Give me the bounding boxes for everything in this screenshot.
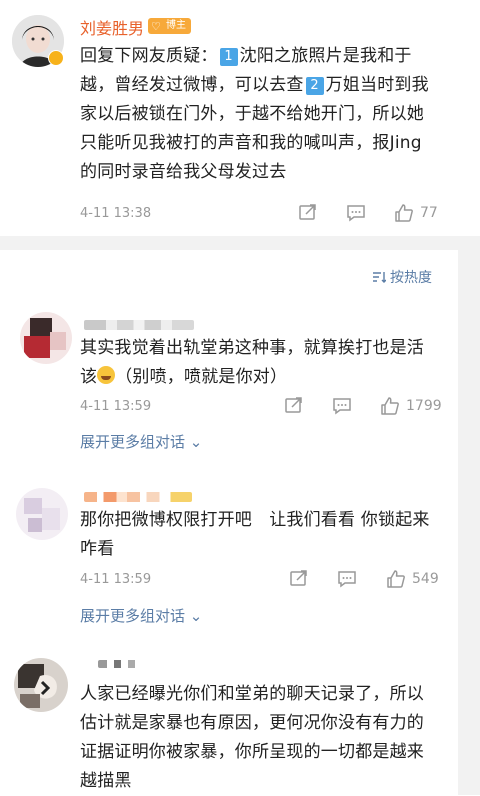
badge-label: 博主 — [166, 20, 186, 31]
number-badge: 2 — [305, 77, 324, 95]
post-time: 4-11 13:38 — [80, 206, 152, 221]
share-button[interactable] — [284, 396, 304, 414]
like-count: 77 — [420, 205, 438, 221]
comment-icon — [347, 205, 365, 222]
comment-button[interactable] — [346, 204, 366, 222]
commenter-name[interactable] — [98, 660, 144, 668]
chevron-down-icon: ⌄ — [185, 433, 203, 451]
comment-text: 其实我觉着出轨堂弟这种事，就算挨打也是活该 （别喷，喷就是你对） — [80, 334, 440, 392]
share-icon — [299, 204, 316, 220]
commenter-name[interactable] — [84, 492, 192, 502]
thumbs-up-icon — [387, 570, 405, 588]
comment-icon — [333, 398, 351, 415]
commenter-avatar[interactable] — [16, 488, 68, 540]
like-count: 549 — [412, 571, 439, 587]
share-icon — [290, 570, 307, 586]
post-text: 回复下网友质疑： 1 沈阳之旅照片是我和于越，曾经发过微博，可以去查 2 万姐当时到我家… — [80, 42, 430, 187]
laughing-emoji-icon — [97, 366, 116, 384]
like-button[interactable]: 77 — [394, 203, 438, 223]
author-badge: ♡ 博主 — [148, 18, 191, 34]
sort-button[interactable]: 按热度 — [372, 267, 432, 287]
number-badge: 1 — [219, 48, 238, 66]
share-button[interactable] — [298, 203, 318, 221]
right-edge — [458, 0, 480, 795]
like-button[interactable]: 549 — [386, 569, 439, 589]
expand-label: 展开更多组对话 — [80, 433, 186, 451]
comment-time: 4-11 13:59 — [80, 399, 152, 414]
share-icon — [285, 397, 302, 413]
comment-time: 4-11 13:59 — [80, 572, 152, 587]
verified-icon — [48, 50, 64, 66]
sort-icon — [373, 272, 386, 283]
thumbs-up-icon — [395, 204, 413, 222]
expand-replies-link[interactable]: 展开更多组对话 ⌄ — [80, 605, 202, 626]
like-button[interactable]: 1799 — [380, 396, 442, 416]
comment-text: 人家已经曝光你们和堂弟的聊天记录了，所以估计就是家暴也有原因，更何况你没有有力的… — [80, 684, 424, 791]
commenter-avatar[interactable] — [14, 658, 68, 712]
chevron-down-icon: ⌄ — [185, 607, 203, 625]
commenter-name[interactable] — [84, 320, 194, 330]
post-text-part: 回复下网友质疑： — [80, 46, 218, 66]
share-button[interactable] — [289, 569, 309, 587]
comment-button[interactable] — [332, 397, 352, 415]
badge-heart-icon: ♡ — [151, 20, 161, 33]
original-post: 刘姜胜男 ♡ 博主 回复下网友质疑： 1 沈阳之旅照片是我和于越，曾经发过微博，可以去… — [0, 0, 458, 236]
author-name[interactable]: 刘姜胜男 — [80, 15, 144, 39]
like-count: 1799 — [406, 398, 442, 414]
comment-text-part: （别喷，喷就是你对） — [115, 367, 288, 387]
commenter-avatar[interactable] — [20, 312, 72, 364]
thumbs-up-icon — [381, 397, 399, 415]
comment-text: 那你把微博权限打开吧 让我们看看 你锁起来咋看 — [80, 510, 430, 559]
section-divider — [0, 236, 458, 250]
comment-icon — [338, 571, 356, 588]
comment-button[interactable] — [337, 570, 357, 588]
expand-label: 展开更多组对话 — [80, 607, 186, 625]
sort-label: 按热度 — [390, 270, 432, 286]
expand-replies-link[interactable]: 展开更多组对话 ⌄ — [80, 431, 202, 452]
